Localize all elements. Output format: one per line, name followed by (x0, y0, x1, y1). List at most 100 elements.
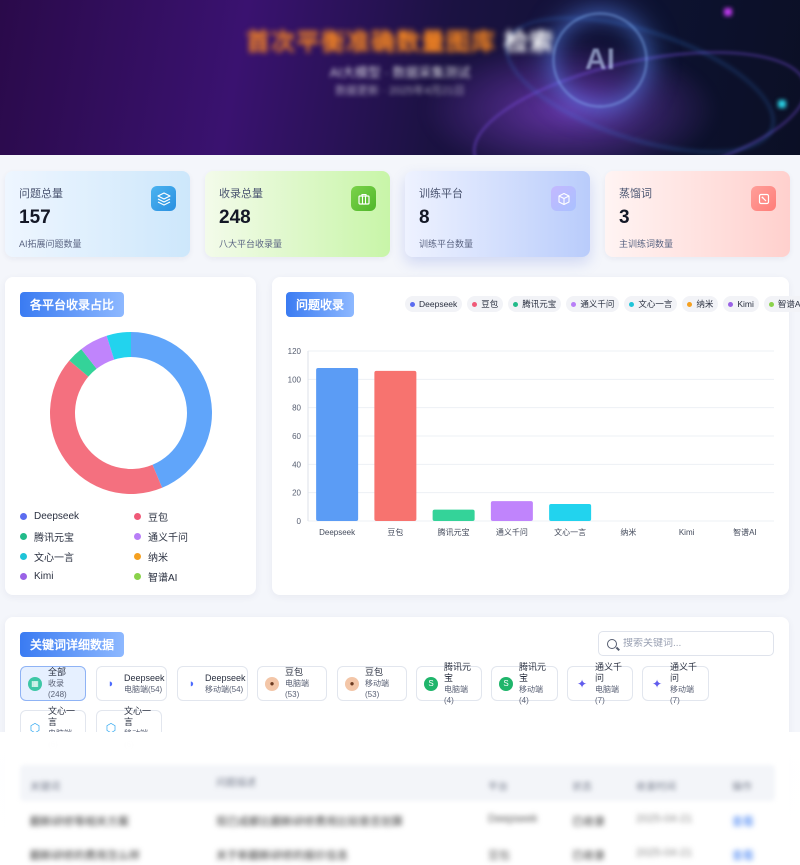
cell-platform: Deepseek (488, 813, 538, 825)
legend-chip[interactable]: 纳米 (682, 296, 719, 312)
tab-doubao-pc[interactable]: ● 豆包 电脑端(53) (257, 666, 327, 701)
stat-desc: 训练平台数量 (419, 239, 474, 249)
grid-icon: ▦ (28, 676, 42, 691)
bar-文心一言[interactable] (549, 504, 592, 521)
tab-all[interactable]: ▦ 全部 收录(248) (20, 666, 86, 701)
legend-item[interactable]: 文心一言 (20, 549, 74, 564)
legend-label: 纳米 (148, 552, 168, 564)
tab-deepseek-mobile[interactable]: ◗ Deepseek 移动端(54) (177, 666, 248, 701)
stat-desc: 主训练词数量 (619, 239, 674, 249)
layers-icon (151, 186, 176, 211)
legend-item[interactable]: 智谱AI (134, 569, 178, 584)
legend-dot (20, 572, 27, 580)
tab-yuanbao-pc[interactable]: S 腾讯元宝 电脑端(4) (416, 662, 482, 705)
cell-keyword: 翻新研修等相关方案 (30, 816, 129, 828)
x-tick-label: Kimi (679, 528, 695, 537)
legend-item[interactable]: Kimi (20, 569, 53, 583)
table-header-cell: 平台 (488, 782, 508, 793)
qwen-icon: ✦ (575, 676, 589, 691)
tab-name: 豆包 (285, 667, 304, 677)
search-input[interactable] (623, 638, 763, 649)
legend-label: 腾讯元宝 (34, 532, 74, 544)
view-link[interactable]: 查看 (732, 813, 754, 829)
y-tick-label: 20 (292, 489, 301, 498)
bar-Deepseek[interactable] (316, 368, 359, 521)
bar-腾讯元宝[interactable] (432, 509, 475, 521)
legend-dot (20, 532, 27, 540)
legend-item[interactable]: 豆包 (134, 509, 168, 524)
stat-desc: AI拓展问题数量 (19, 239, 82, 249)
legend-chip[interactable]: 文心一言 (624, 296, 678, 312)
legend-dot (134, 512, 141, 520)
legend-label: 智谱AI (148, 572, 178, 584)
tab-doubao-mobile[interactable]: ● 豆包 移动端(53) (337, 666, 407, 701)
legend-label: 通义千问 (148, 532, 188, 544)
legend-chip[interactable]: 智谱AI (763, 296, 800, 312)
cell-question: 现已成都比翻新研修费用比较是否划算 (216, 816, 403, 828)
legend-chip[interactable]: 通义千问 (566, 296, 620, 312)
x-tick-label: 通义千问 (496, 527, 528, 537)
tab-qwen-pc[interactable]: ✦ 通义千问 电脑端(7) (567, 662, 633, 705)
table-header-cell: 关键词 (30, 782, 60, 793)
tab-name: 通义千问 (595, 661, 623, 683)
donut-slice-Deepseek[interactable] (131, 332, 212, 488)
doubao-icon: ● (265, 676, 279, 691)
tab-name: Deepseek (205, 672, 246, 683)
tab-sub: 移动端(7) (670, 684, 694, 705)
cell-platform: 豆包 (488, 850, 510, 862)
keyword-panel-title: 关键词详细数据 (20, 632, 125, 657)
legend-dot (768, 301, 774, 307)
tab-sub: 移动端(4) (519, 684, 543, 705)
doubao-icon: ● (345, 676, 359, 691)
bar-panel-title: 问题收录 (286, 292, 355, 317)
legend-chip[interactable]: Deepseek (405, 296, 463, 312)
legend-dot (134, 552, 141, 560)
cell-status: 已收录 (572, 816, 605, 828)
legend-chip[interactable]: Kimi (723, 296, 759, 312)
cube-icon (551, 186, 576, 211)
x-tick-label: Deepseek (319, 528, 356, 537)
deepseek-icon: ◗ (185, 676, 199, 691)
y-tick-label: 100 (288, 375, 302, 384)
table-header-cell: 问题描述 (216, 778, 256, 789)
search-icon (607, 638, 617, 649)
tab-sub: 电脑端(4) (444, 684, 468, 705)
legend-item[interactable]: 纳米 (134, 549, 168, 564)
cell-time: 2025-04-21 (636, 847, 693, 859)
y-tick-label: 120 (288, 347, 302, 356)
x-tick-label: 文心一言 (554, 527, 586, 537)
bar-豆包[interactable] (374, 370, 417, 521)
donut-slice-豆包[interactable] (49, 360, 163, 494)
tab-name: 文心一言 (48, 705, 76, 727)
bar-通义千问[interactable] (490, 501, 533, 521)
legend-dot (20, 512, 27, 520)
legend-label: 智谱AI (777, 299, 800, 309)
y-tick-label: 80 (292, 404, 301, 413)
stat-card-collected: 收录总量 248 八大平台收录量 (205, 171, 390, 257)
tab-qwen-mobile[interactable]: ✦ 通义千问 移动端(7) (642, 662, 709, 705)
search-box (598, 631, 774, 656)
yuanbao-icon: S (499, 676, 513, 691)
hero-spark (724, 8, 732, 16)
tab-name: Deepseek (124, 672, 165, 683)
legend-chip[interactable]: 豆包 (467, 296, 504, 312)
table-header-cell: 操作 (732, 782, 752, 793)
hero-banner: AI 首次平衡准确数量图库 检索 AI大模型 · 数据采集测试 数据更新 · 20… (0, 0, 800, 155)
legend-item[interactable]: 通义千问 (134, 529, 188, 544)
legend-item[interactable]: 腾讯元宝 (20, 529, 74, 544)
legend-dot (20, 552, 27, 560)
hero-title: 首次平衡准确数量图库 检索 (0, 22, 800, 57)
legend-chip[interactable]: 腾讯元宝 (508, 296, 562, 312)
legend-item[interactable]: Deepseek (20, 509, 79, 523)
y-tick-label: 60 (292, 432, 301, 441)
legend-dot (629, 301, 635, 307)
cell-keyword: 翻新研修的费用怎么样 (30, 850, 140, 862)
view-link[interactable]: 查看 (732, 847, 754, 863)
tab-deepseek-pc[interactable]: ◗ Deepseek 电脑端(54) (96, 666, 167, 701)
tab-yuanbao-mobile[interactable]: S 腾讯元宝 移动端(4) (491, 662, 558, 705)
deepseek-icon: ◗ (104, 676, 118, 691)
hero-subtitle: AI大模型 · 数据采集测试 (329, 65, 471, 80)
legend-dot (687, 301, 693, 307)
cell-time: 2025-04-21 (636, 813, 693, 825)
table-header-cell: 状态 (572, 782, 592, 793)
